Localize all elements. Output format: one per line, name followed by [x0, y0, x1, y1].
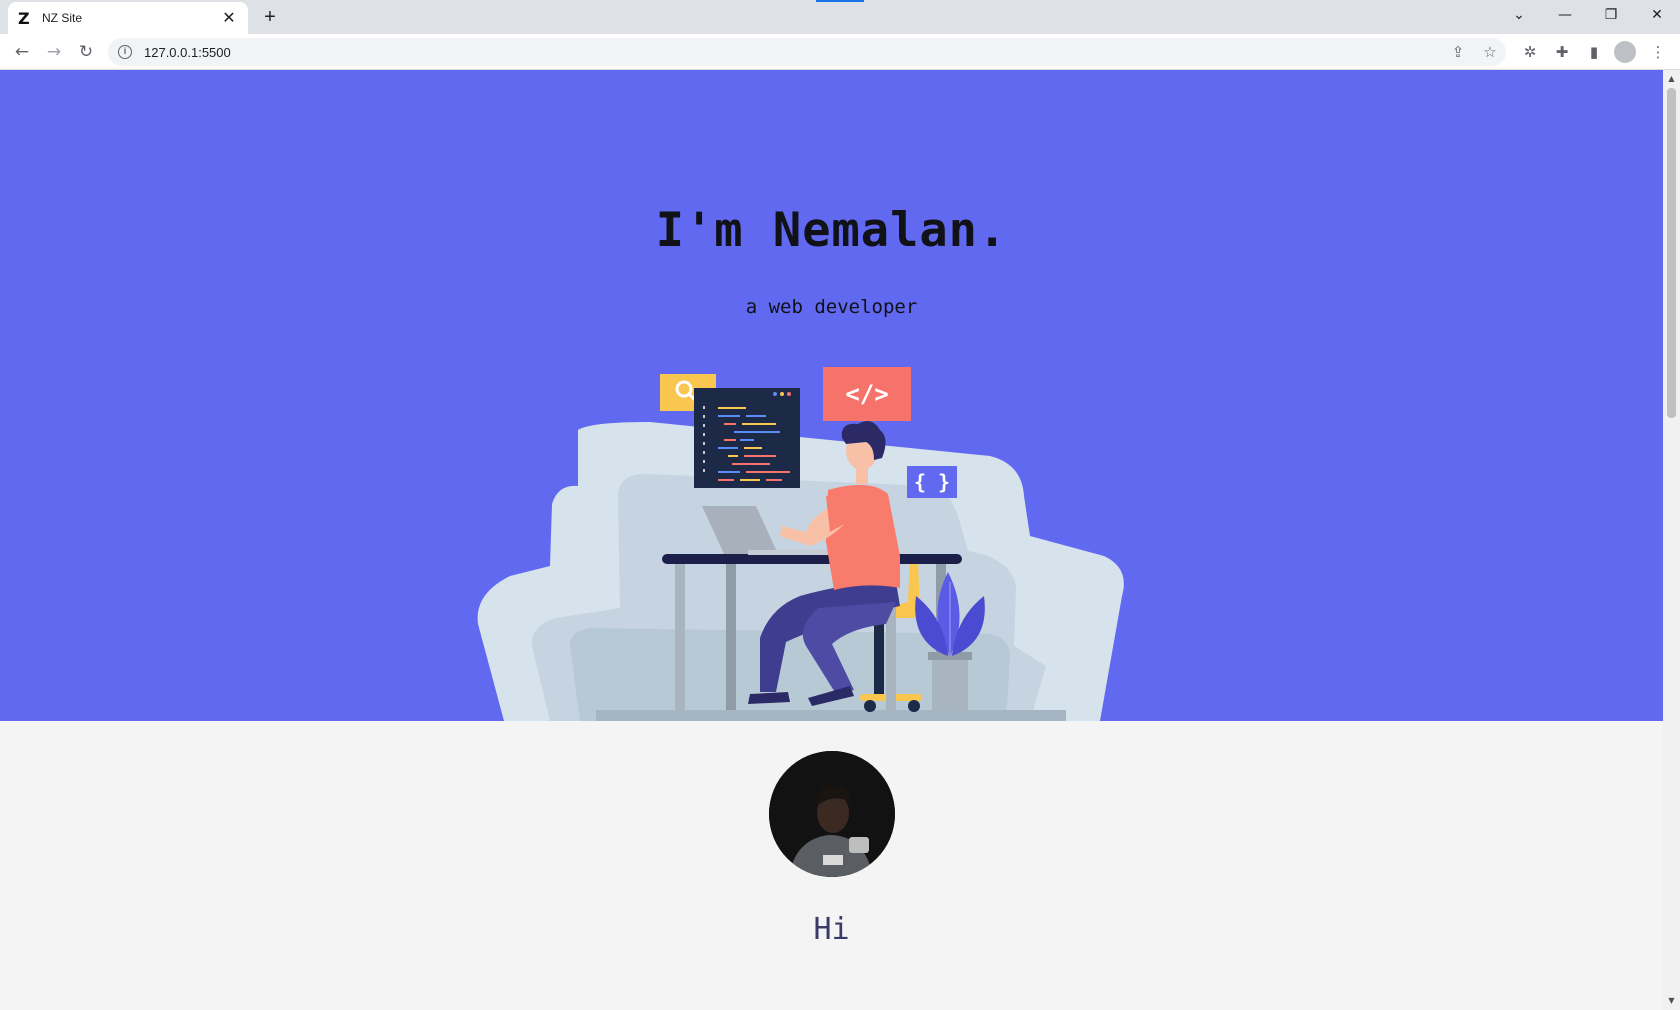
tab-indicator: [816, 0, 864, 2]
tab-title: NZ Site: [42, 11, 83, 25]
restore-button[interactable]: ❐: [1588, 0, 1634, 30]
profile-icon[interactable]: [1614, 41, 1636, 63]
tab-search-button[interactable]: ⌄: [1496, 0, 1542, 30]
back-button[interactable]: ←: [10, 40, 34, 64]
side-panel-icon[interactable]: ▮: [1582, 40, 1606, 64]
minimize-button[interactable]: —: [1542, 0, 1588, 30]
extension-bug-icon[interactable]: ✲: [1518, 40, 1542, 64]
scrollbar-thumb[interactable]: [1667, 88, 1676, 418]
menu-icon[interactable]: ⋮: [1646, 40, 1670, 64]
hero-section: I'm Nemalan. a web developer </> {}: [0, 70, 1663, 721]
close-window-button[interactable]: ✕: [1634, 0, 1680, 30]
scroll-down-icon[interactable]: ▼: [1667, 996, 1676, 1006]
tab-close-icon[interactable]: ✕: [220, 8, 238, 28]
bookmark-star-icon[interactable]: ☆: [1478, 40, 1502, 64]
code-tag-label: </>: [845, 380, 888, 408]
braces-label: { }: [914, 470, 950, 494]
forward-button[interactable]: →: [42, 40, 66, 64]
profile-photo: [769, 751, 895, 877]
new-tab-button[interactable]: +: [258, 5, 282, 29]
developer-illustration: </> { }: [477, 367, 1124, 721]
about-greeting: Hi: [813, 912, 850, 947]
browser-tab[interactable]: Z NZ Site ✕: [8, 2, 248, 34]
reload-button[interactable]: ↻: [74, 40, 98, 64]
extensions-puzzle-icon[interactable]: ✚: [1550, 40, 1574, 64]
browser-toolbar: ← → ↻ i 127.0.0.1:5500 ⇪ ☆ ✲ ✚ ▮ ⋮: [0, 34, 1680, 70]
url-text[interactable]: 127.0.0.1:5500: [144, 45, 231, 60]
site-favicon-icon: Z: [18, 8, 30, 28]
tab-strip: Z NZ Site ✕ + ⌄ — ❐ ✕: [0, 0, 1680, 34]
site-info-icon[interactable]: i: [118, 45, 132, 59]
page-scrollbar[interactable]: ▲ ▼: [1663, 70, 1680, 1010]
hero-subtitle: a web developer: [745, 296, 918, 318]
hero-title: I'm Nemalan.: [655, 203, 1008, 258]
share-icon[interactable]: ⇪: [1446, 40, 1470, 64]
scroll-up-icon[interactable]: ▲: [1667, 74, 1676, 84]
address-bar[interactable]: i 127.0.0.1:5500: [108, 38, 1506, 66]
